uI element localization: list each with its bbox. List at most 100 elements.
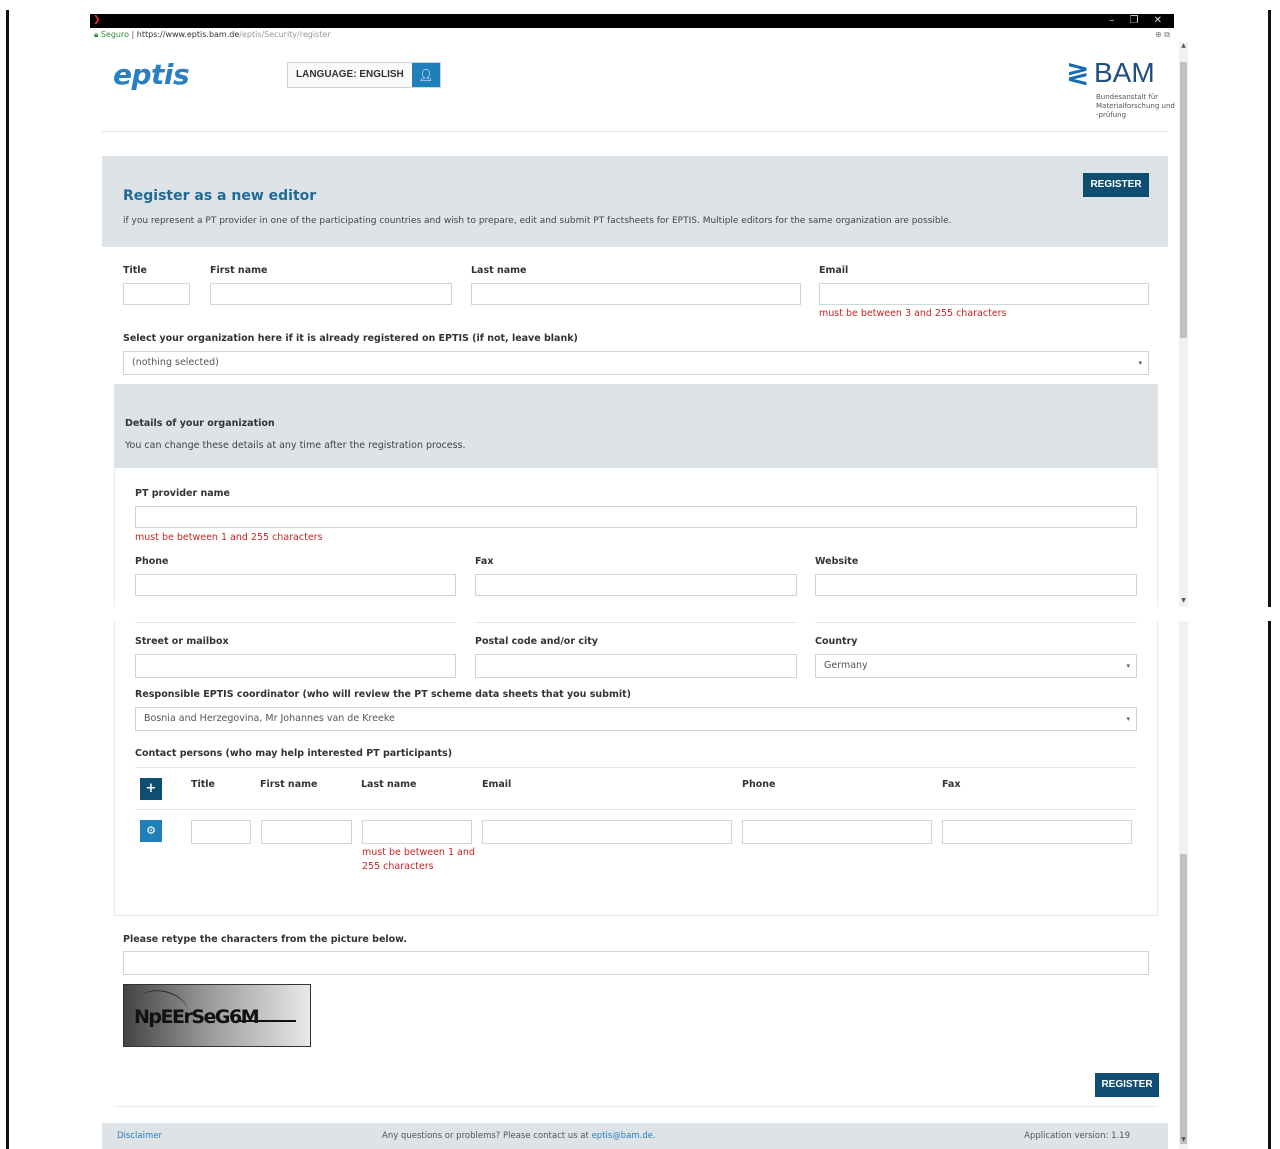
contacts-table-header-border xyxy=(135,809,1136,810)
contacts-label: Contact persons (who may help interested… xyxy=(135,748,453,759)
postal-label: Postal code and/or city xyxy=(475,636,598,647)
user-icon[interactable]: 👤︎ xyxy=(411,63,440,87)
coordinator-label: Responsible EPTIS coordinator (who will … xyxy=(135,689,632,700)
contact-last-name-error: must be between 1 and 255 characters xyxy=(362,847,475,872)
fax-input[interactable] xyxy=(475,574,797,596)
phone-label: Phone xyxy=(135,556,169,567)
url-host[interactable]: https://www.eptis.bam.de xyxy=(137,30,240,39)
email-input[interactable] xyxy=(819,283,1149,305)
bam-wordmark: BAM xyxy=(1094,57,1155,88)
country-label: Country xyxy=(815,636,858,647)
phone-input[interactable] xyxy=(135,574,456,596)
caret-down-icon: ▾ xyxy=(1126,662,1130,670)
register-button-bottom[interactable]: REGISTER xyxy=(1095,1073,1159,1097)
contacts-col-title: Title xyxy=(191,779,215,790)
scroll-up-icon[interactable]: ▲ xyxy=(1179,42,1188,49)
bam-mark-icon: ≷ xyxy=(1066,56,1090,89)
captcha-input[interactable] xyxy=(123,951,1149,975)
title-input[interactable] xyxy=(123,283,190,305)
street-input[interactable] xyxy=(135,654,456,678)
organization-select[interactable]: (nothing selected) ▾ xyxy=(123,351,1149,375)
provider-name-error: must be between 1 and 255 characters xyxy=(135,532,323,543)
lock-icon: 🔒︎ xyxy=(94,30,99,39)
page-title: Register as a new editor xyxy=(123,188,317,204)
email-error: must be between 3 and 255 characters xyxy=(819,308,1007,319)
contact-email-input[interactable] xyxy=(482,820,732,844)
divider xyxy=(815,622,1137,623)
divider xyxy=(475,622,797,623)
register-button-top[interactable]: REGISTER xyxy=(1083,173,1149,197)
caret-down-icon: ▾ xyxy=(1138,359,1142,367)
scroll-down-icon-lower[interactable]: ▼ xyxy=(1179,1136,1188,1143)
organization-select-label: Select your organization here if it is a… xyxy=(123,333,578,344)
scrollbar-thumb[interactable] xyxy=(1180,62,1187,338)
email-label: Email xyxy=(819,265,849,276)
register-banner: Register as a new editor if you represen… xyxy=(102,156,1168,247)
window-frame-left xyxy=(6,10,9,1149)
organization-panel-title: Details of your organization xyxy=(125,418,275,429)
app-version: Application version: 1.19 xyxy=(1024,1131,1130,1141)
captcha-image: NpEErSeG6M xyxy=(123,984,311,1047)
eptis-logo[interactable]: eptis xyxy=(113,58,190,91)
country-select-value: Germany xyxy=(824,660,868,671)
disclaimer-link[interactable]: Disclaimer xyxy=(117,1123,162,1149)
footer-email-link[interactable]: eptis@bam.de. xyxy=(592,1131,656,1141)
contact-first-name-input[interactable] xyxy=(261,820,352,844)
contact-last-name-input[interactable] xyxy=(362,820,472,844)
url-path[interactable]: /eptis/Security/register xyxy=(239,30,330,39)
window-frame-right xyxy=(1268,10,1271,1149)
provider-name-label: PT provider name xyxy=(135,488,230,499)
language-label[interactable]: LANGUAGE: ENGLISH xyxy=(288,63,412,87)
contacts-col-last-name: Last name xyxy=(361,779,417,790)
secure-label: Seguro xyxy=(100,30,129,39)
header-divider xyxy=(102,131,1168,132)
contacts-col-email: Email xyxy=(482,779,512,790)
captcha-label: Please retype the characters from the pi… xyxy=(123,934,407,945)
plus-icon: + xyxy=(145,781,157,796)
website-label: Website xyxy=(815,556,859,567)
contacts-col-phone: Phone xyxy=(742,779,776,790)
address-bar[interactable]: 🔒︎ Seguro | https://www.eptis.bam.de/ept… xyxy=(90,28,1174,42)
page-description: if you represent a PT provider in one of… xyxy=(123,216,952,226)
country-select[interactable]: Germany ▾ xyxy=(815,654,1137,678)
scroll-down-icon[interactable]: ▼ xyxy=(1179,597,1188,604)
provider-name-input[interactable] xyxy=(135,506,1137,528)
contacts-col-first-name: First name xyxy=(260,779,318,790)
page-scrollbar[interactable]: ▲ ▼ ▼ xyxy=(1179,42,1188,1149)
last-name-input[interactable] xyxy=(471,283,801,305)
contact-phone-input[interactable] xyxy=(742,820,932,844)
street-label: Street or mailbox xyxy=(135,636,229,647)
organization-panel-subtitle: You can change these details at any time… xyxy=(125,440,466,451)
window-controls[interactable]: – ❐ ✕ xyxy=(1109,14,1168,28)
contacts-table-top-border xyxy=(135,767,1136,768)
divider xyxy=(135,622,456,623)
footer-contact-text: Any questions or problems? Please contac… xyxy=(382,1131,589,1141)
coordinator-select[interactable]: Bosnia and Herzegovina, Mr Johannes van … xyxy=(135,707,1137,731)
organization-panel-header: Details of your organization You can cha… xyxy=(114,384,1158,468)
last-name-label: Last name xyxy=(471,265,527,276)
website-input[interactable] xyxy=(815,574,1137,596)
contact-row-settings-button[interactable]: ⚙ xyxy=(140,820,162,842)
page-footer: Disclaimer Any questions or problems? Pl… xyxy=(102,1123,1168,1149)
browser-titlebar: ❯ – ❐ ✕ xyxy=(90,14,1174,28)
zoom-icon[interactable]: ⊕ ⧉ xyxy=(1155,28,1170,42)
contact-title-input[interactable] xyxy=(191,820,251,844)
add-contact-button[interactable]: + xyxy=(140,778,162,800)
organization-select-value: (nothing selected) xyxy=(132,357,219,368)
scrollbar-thumb-lower[interactable] xyxy=(1180,854,1187,1144)
language-selector[interactable]: LANGUAGE: ENGLISH 👤︎ xyxy=(287,62,441,88)
captcha-text: NpEErSeG6M xyxy=(134,1006,260,1028)
form-bottom-border xyxy=(114,1106,1158,1107)
screenshot-gap xyxy=(96,607,1280,621)
footer-contact: Any questions or problems? Please contac… xyxy=(382,1123,656,1149)
postal-input[interactable] xyxy=(475,654,797,678)
title-label: Title xyxy=(123,265,147,276)
bam-subtitle: Bundesanstalt für Materialforschung und … xyxy=(1096,93,1175,119)
coordinator-select-value: Bosnia and Herzegovina, Mr Johannes van … xyxy=(144,713,395,724)
first-name-input[interactable] xyxy=(210,283,452,305)
captcha-noise-line xyxy=(236,1020,296,1022)
contacts-col-fax: Fax xyxy=(942,779,961,790)
gear-icon: ⚙ xyxy=(146,824,156,837)
contact-fax-input[interactable] xyxy=(942,820,1132,844)
fax-label: Fax xyxy=(475,556,494,567)
